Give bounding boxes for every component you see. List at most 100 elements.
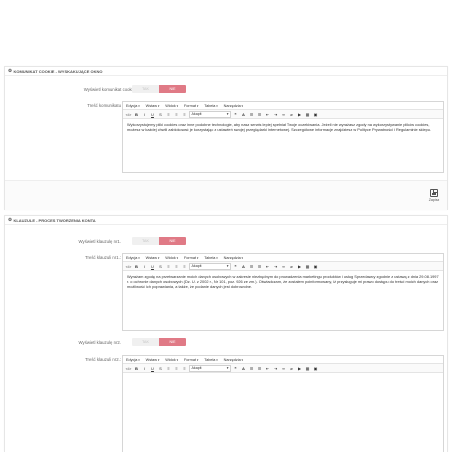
quote-icon[interactable]: ❝ [232, 263, 239, 270]
indent-icon[interactable]: ⇥ [272, 111, 279, 118]
menu-insert[interactable]: Wstaw▾ [146, 358, 160, 362]
menu-table[interactable]: Tabela▾ [204, 358, 217, 362]
source-code-icon[interactable]: </> [125, 365, 132, 372]
display-cookie-toggle[interactable]: TAK NIE [132, 85, 186, 93]
toggle-no[interactable]: NIE [159, 237, 186, 245]
font-size-icon[interactable]: A [240, 365, 247, 372]
clause1-editor[interactable]: Edycja▾ Wstaw▾ Widok▾ Format▾ Tabela▾ Na… [122, 253, 444, 331]
quote-icon[interactable]: ❝ [232, 111, 239, 118]
align-right-icon[interactable]: ≡ [181, 365, 188, 372]
source-code-icon[interactable]: </> [125, 111, 132, 118]
menu-insert[interactable]: Wstaw▾ [146, 104, 160, 108]
menu-view[interactable]: Widok▾ [165, 256, 178, 260]
italic-button[interactable]: I [141, 111, 148, 118]
italic-button[interactable]: I [141, 365, 148, 372]
source-code-icon[interactable]: </> [125, 263, 132, 270]
media-icon[interactable]: ▶ [296, 263, 303, 270]
menu-table[interactable]: Tabela▾ [204, 104, 217, 108]
underline-button[interactable]: U [149, 365, 156, 372]
clause1-content[interactable]: Wyrażam zgodę na przetwarzanie moich dan… [123, 271, 443, 292]
image-icon[interactable]: ▣ [312, 263, 319, 270]
align-left-icon[interactable]: ≡ [165, 263, 172, 270]
menu-format[interactable]: Format▾ [184, 358, 198, 362]
menu-view[interactable]: Widok▾ [165, 358, 178, 362]
align-right-icon[interactable]: ≡ [181, 263, 188, 270]
consent-panel-header: ⚙ KLAUZULE - PROCES TWORZENIA KONTA [5, 216, 447, 225]
align-left-icon[interactable]: ≡ [165, 365, 172, 372]
menu-insert[interactable]: Wstaw▾ [146, 256, 160, 260]
menu-view[interactable]: Widok▾ [165, 104, 178, 108]
unlink-icon[interactable]: ⌀ [288, 365, 295, 372]
clause2-editor[interactable]: Edycja▾ Wstaw▾ Widok▾ Format▾ Tabela▾ Na… [122, 355, 444, 452]
numbered-list-icon[interactable]: ☰ [256, 365, 263, 372]
menu-edit[interactable]: Edycja▾ [126, 256, 140, 260]
indent-icon[interactable]: ⇥ [272, 365, 279, 372]
numbered-list-icon[interactable]: ☰ [256, 263, 263, 270]
align-center-icon[interactable]: ≡ [173, 111, 180, 118]
quote-icon[interactable]: ❝ [232, 365, 239, 372]
clause2-content[interactable] [123, 373, 443, 379]
editor-toolbar: </> B I U S ≡ ≡ ≡ Akapit ▾ ❝ A ☰ ☰ ⇤ ⇥ ∞ … [123, 262, 443, 271]
link-icon[interactable]: ∞ [280, 111, 287, 118]
link-icon[interactable]: ∞ [280, 365, 287, 372]
align-center-icon[interactable]: ≡ [173, 263, 180, 270]
cookie-message-content[interactable]: Wykorzystujemy pliki cookies oraz inne p… [123, 119, 443, 135]
bold-button[interactable]: B [133, 111, 140, 118]
toggle-yes[interactable]: TAK [132, 237, 159, 245]
image-icon[interactable]: ▣ [312, 365, 319, 372]
menu-format[interactable]: Format▾ [184, 104, 198, 108]
align-left-icon[interactable]: ≡ [165, 111, 172, 118]
display-clause2-toggle[interactable]: TAK NIE [132, 338, 186, 346]
display-clause1-label: Wyświetl klauzulę nr1. [78, 239, 121, 244]
underline-button[interactable]: U [149, 111, 156, 118]
menu-tools[interactable]: Narzędzia▾ [224, 104, 243, 108]
outdent-icon[interactable]: ⇤ [264, 263, 271, 270]
font-format-select[interactable]: Akapit ▾ [189, 110, 231, 118]
menu-format[interactable]: Format▾ [184, 256, 198, 260]
editor-toolbar: </> B I U S ≡ ≡ ≡ Akapit ▾ ❝ A ☰ ☰ ⇤ ⇥ ∞ … [123, 364, 443, 373]
display-clause1-toggle[interactable]: TAK NIE [132, 237, 186, 245]
bold-button[interactable]: B [133, 263, 140, 270]
table-icon[interactable]: ▦ [304, 263, 311, 270]
font-format-select[interactable]: Akapit ▾ [189, 364, 231, 372]
unlink-icon[interactable]: ⌀ [288, 111, 295, 118]
link-icon[interactable]: ∞ [280, 263, 287, 270]
image-icon[interactable]: ▣ [312, 111, 319, 118]
align-right-icon[interactable]: ≡ [181, 111, 188, 118]
italic-button[interactable]: I [141, 263, 148, 270]
table-icon[interactable]: ▦ [304, 365, 311, 372]
bullet-list-icon[interactable]: ☰ [248, 111, 255, 118]
cookie-panel-title: KOMUNIKAT COOKIE - WYSKAKUJĄCE OKNO [13, 68, 103, 74]
strikethrough-button[interactable]: S [157, 365, 164, 372]
toggle-yes[interactable]: TAK [132, 85, 159, 93]
cookie-message-editor[interactable]: Edycja▾ Wstaw▾ Widok▾ Format▾ Tabela▾ Na… [122, 101, 444, 173]
font-size-icon[interactable]: A [240, 263, 247, 270]
align-center-icon[interactable]: ≡ [173, 365, 180, 372]
outdent-icon[interactable]: ⇤ [264, 365, 271, 372]
menu-table[interactable]: Tabela▾ [204, 256, 217, 260]
toggle-no[interactable]: NIE [159, 338, 186, 346]
menu-edit[interactable]: Edycja▾ [126, 104, 140, 108]
media-icon[interactable]: ▶ [296, 111, 303, 118]
media-icon[interactable]: ▶ [296, 365, 303, 372]
underline-button[interactable]: U [149, 263, 156, 270]
menu-edit[interactable]: Edycja▾ [126, 358, 140, 362]
strikethrough-button[interactable]: S [157, 111, 164, 118]
menu-tools[interactable]: Narzędzia▾ [224, 358, 243, 362]
page-canvas: ⚙ KOMUNIKAT COOKIE - WYSKAKUJĄCE OKNO Wy… [0, 0, 452, 452]
font-format-select[interactable]: Akapit ▾ [189, 262, 231, 270]
bullet-list-icon[interactable]: ☰ [248, 365, 255, 372]
indent-icon[interactable]: ⇥ [272, 263, 279, 270]
outdent-icon[interactable]: ⇤ [264, 111, 271, 118]
toggle-no[interactable]: NIE [159, 85, 186, 93]
menu-tools[interactable]: Narzędzia▾ [224, 256, 243, 260]
font-size-icon[interactable]: A [240, 111, 247, 118]
bullet-list-icon[interactable]: ☰ [248, 263, 255, 270]
save-button[interactable]: Zapisz [424, 185, 444, 205]
unlink-icon[interactable]: ⌀ [288, 263, 295, 270]
bold-button[interactable]: B [133, 365, 140, 372]
table-icon[interactable]: ▦ [304, 111, 311, 118]
toggle-yes[interactable]: TAK [132, 338, 159, 346]
strikethrough-button[interactable]: S [157, 263, 164, 270]
numbered-list-icon[interactable]: ☰ [256, 111, 263, 118]
